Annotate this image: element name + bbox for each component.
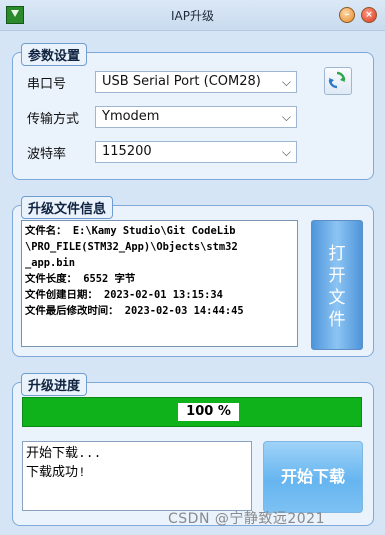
log-line: 开始下载...	[26, 446, 102, 461]
open-file-char: 打	[328, 244, 346, 264]
file-info-textbox[interactable]: 文件名： E:\Kamy Studio\Git CodeLib \PRO_FIL…	[21, 220, 298, 347]
window-title: IAP升级	[171, 9, 214, 23]
file-info-line: _app.bin	[25, 257, 76, 269]
baud-value: 115200	[102, 144, 152, 159]
progress-legend: 升级进度	[21, 373, 88, 396]
log-textbox[interactable]: 开始下载... 下载成功!	[22, 441, 252, 511]
minimize-button[interactable]: –	[339, 7, 355, 23]
refresh-button[interactable]	[324, 67, 352, 95]
progress-group: 升级进度 100 % 开始下载... 下载成功! 开始下载	[12, 373, 374, 526]
fileinfo-legend: 升级文件信息	[21, 196, 114, 219]
refresh-icon	[328, 71, 346, 89]
file-info-line: 文件创建日期： 2023-02-01 13:15:34	[25, 289, 223, 301]
chevron-down-icon: ⌵	[281, 75, 291, 89]
mode-select[interactable]: Ymodem ⌵	[95, 106, 297, 128]
mode-value: Ymodem	[102, 109, 160, 124]
close-button[interactable]: ×	[361, 7, 377, 23]
progress-percent: 100 %	[178, 403, 239, 421]
open-file-char: 件	[328, 310, 346, 330]
baud-label: 波特率	[27, 147, 67, 162]
file-info-line: 文件名： E:\Kamy Studio\Git CodeLib	[25, 225, 236, 237]
start-download-button[interactable]: 开始下载	[263, 441, 363, 513]
open-file-button[interactable]: 打 开 文 件	[311, 220, 363, 350]
params-legend: 参数设置	[21, 43, 88, 66]
open-file-label: 打 开 文 件	[312, 243, 362, 331]
port-value: USB Serial Port (COM28)	[102, 74, 261, 89]
watermark: CSDN @宁静致远2021	[168, 511, 325, 527]
open-file-char: 开	[328, 266, 346, 286]
params-group: 参数设置 串口号 USB Serial Port (COM28) ⌵ 传输方式 …	[12, 43, 374, 180]
chevron-down-icon: ⌵	[281, 110, 291, 124]
mode-label: 传输方式	[27, 112, 80, 127]
file-info-line: 文件最后修改时间： 2023-02-03 14:44:45	[25, 305, 244, 317]
chevron-down-icon: ⌵	[281, 145, 291, 159]
baud-select[interactable]: 115200 ⌵	[95, 141, 297, 163]
fileinfo-group: 升级文件信息 文件名： E:\Kamy Studio\Git CodeLib \…	[12, 196, 374, 357]
file-info-line: \PRO_FILE(STM32_App)\Objects\stm32	[25, 241, 238, 253]
file-info-line: 文件长度： 6552 字节	[25, 273, 136, 285]
progress-bar: 100 %	[22, 397, 362, 427]
port-label: 串口号	[27, 77, 67, 92]
port-select[interactable]: USB Serial Port (COM28) ⌵	[95, 71, 297, 93]
open-file-char: 文	[328, 288, 346, 308]
title-bar: IAP升级 – ×	[0, 0, 385, 31]
log-line: 下载成功!	[26, 465, 86, 480]
